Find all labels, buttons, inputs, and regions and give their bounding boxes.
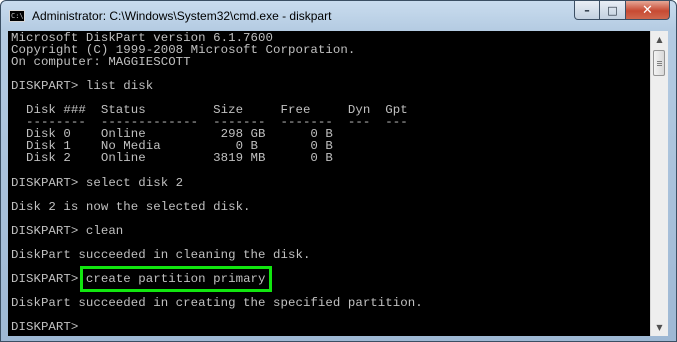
cmd-icon[interactable]: C:\: [9, 10, 25, 22]
console-line-text: DiskPart succeeded in cleaning the disk.: [11, 247, 311, 262]
console-line-text: DISKPART>: [11, 271, 79, 286]
close-button[interactable]: ✕: [626, 1, 670, 20]
console-line-text: DISKPART> select disk 2: [11, 175, 184, 190]
thumb-grip-line: [657, 65, 662, 66]
maximize-button[interactable]: □: [600, 1, 626, 20]
vertical-scrollbar[interactable]: ▲ ▼: [650, 31, 668, 336]
command-prompt-window: C:\ Administrator: C:\Windows\System32\c…: [0, 0, 677, 342]
thumb-grip-line: [657, 63, 662, 64]
console-line: Disk 2 Online 3819 MB 0 B: [11, 152, 423, 164]
minimize-button[interactable]: –: [574, 1, 600, 20]
console-line-text: Disk 2 Online 3819 MB 0 B: [11, 151, 333, 166]
console-line: DISKPART> create partition primary: [11, 265, 423, 292]
console-line-text: On computer: MAGGIESCOTT: [11, 55, 191, 70]
console-line-text: DISKPART> list disk: [11, 79, 154, 94]
console-line-text: DISKPART>: [11, 320, 79, 335]
console-line: DISKPART> select disk 2: [11, 175, 423, 190]
console-line: DISKPART> list disk: [11, 80, 423, 92]
console-line: DiskPart succeeded in cleaning the disk.: [11, 249, 423, 261]
title-bar[interactable]: C:\ Administrator: C:\Windows\System32\c…: [1, 1, 676, 31]
window-controls: – □ ✕: [574, 1, 670, 21]
thumb-grip-line: [657, 61, 662, 62]
scrollbar-thumb[interactable]: [653, 50, 665, 76]
scroll-up-arrow-icon[interactable]: ▲: [651, 31, 668, 48]
console-line-text: DiskPart succeeded in creating the speci…: [11, 296, 423, 311]
console-output[interactable]: Microsoft DiskPart version 6.1.7600 Copyr…: [8, 31, 650, 336]
console-line: On computer: MAGGIESCOTT: [11, 56, 423, 68]
console-line: DiskPart succeeded in creating the speci…: [11, 297, 423, 309]
highlighted-command: create partition primary: [79, 265, 272, 292]
console-line: Disk 2 is now the selected disk.: [11, 199, 423, 214]
scroll-down-arrow-icon[interactable]: ▼: [651, 319, 668, 336]
console-line-text: Disk 2 is now the selected disk.: [11, 199, 251, 214]
console-lines: Microsoft DiskPart version 6.1.7600 Copyr…: [11, 32, 423, 334]
window-title: Administrator: C:\Windows\System32\cmd.e…: [32, 9, 332, 23]
console-line: DISKPART> clean: [11, 225, 423, 237]
console-line-text: DISKPART> clean: [11, 223, 124, 238]
console-line: DISKPART>: [11, 321, 423, 333]
